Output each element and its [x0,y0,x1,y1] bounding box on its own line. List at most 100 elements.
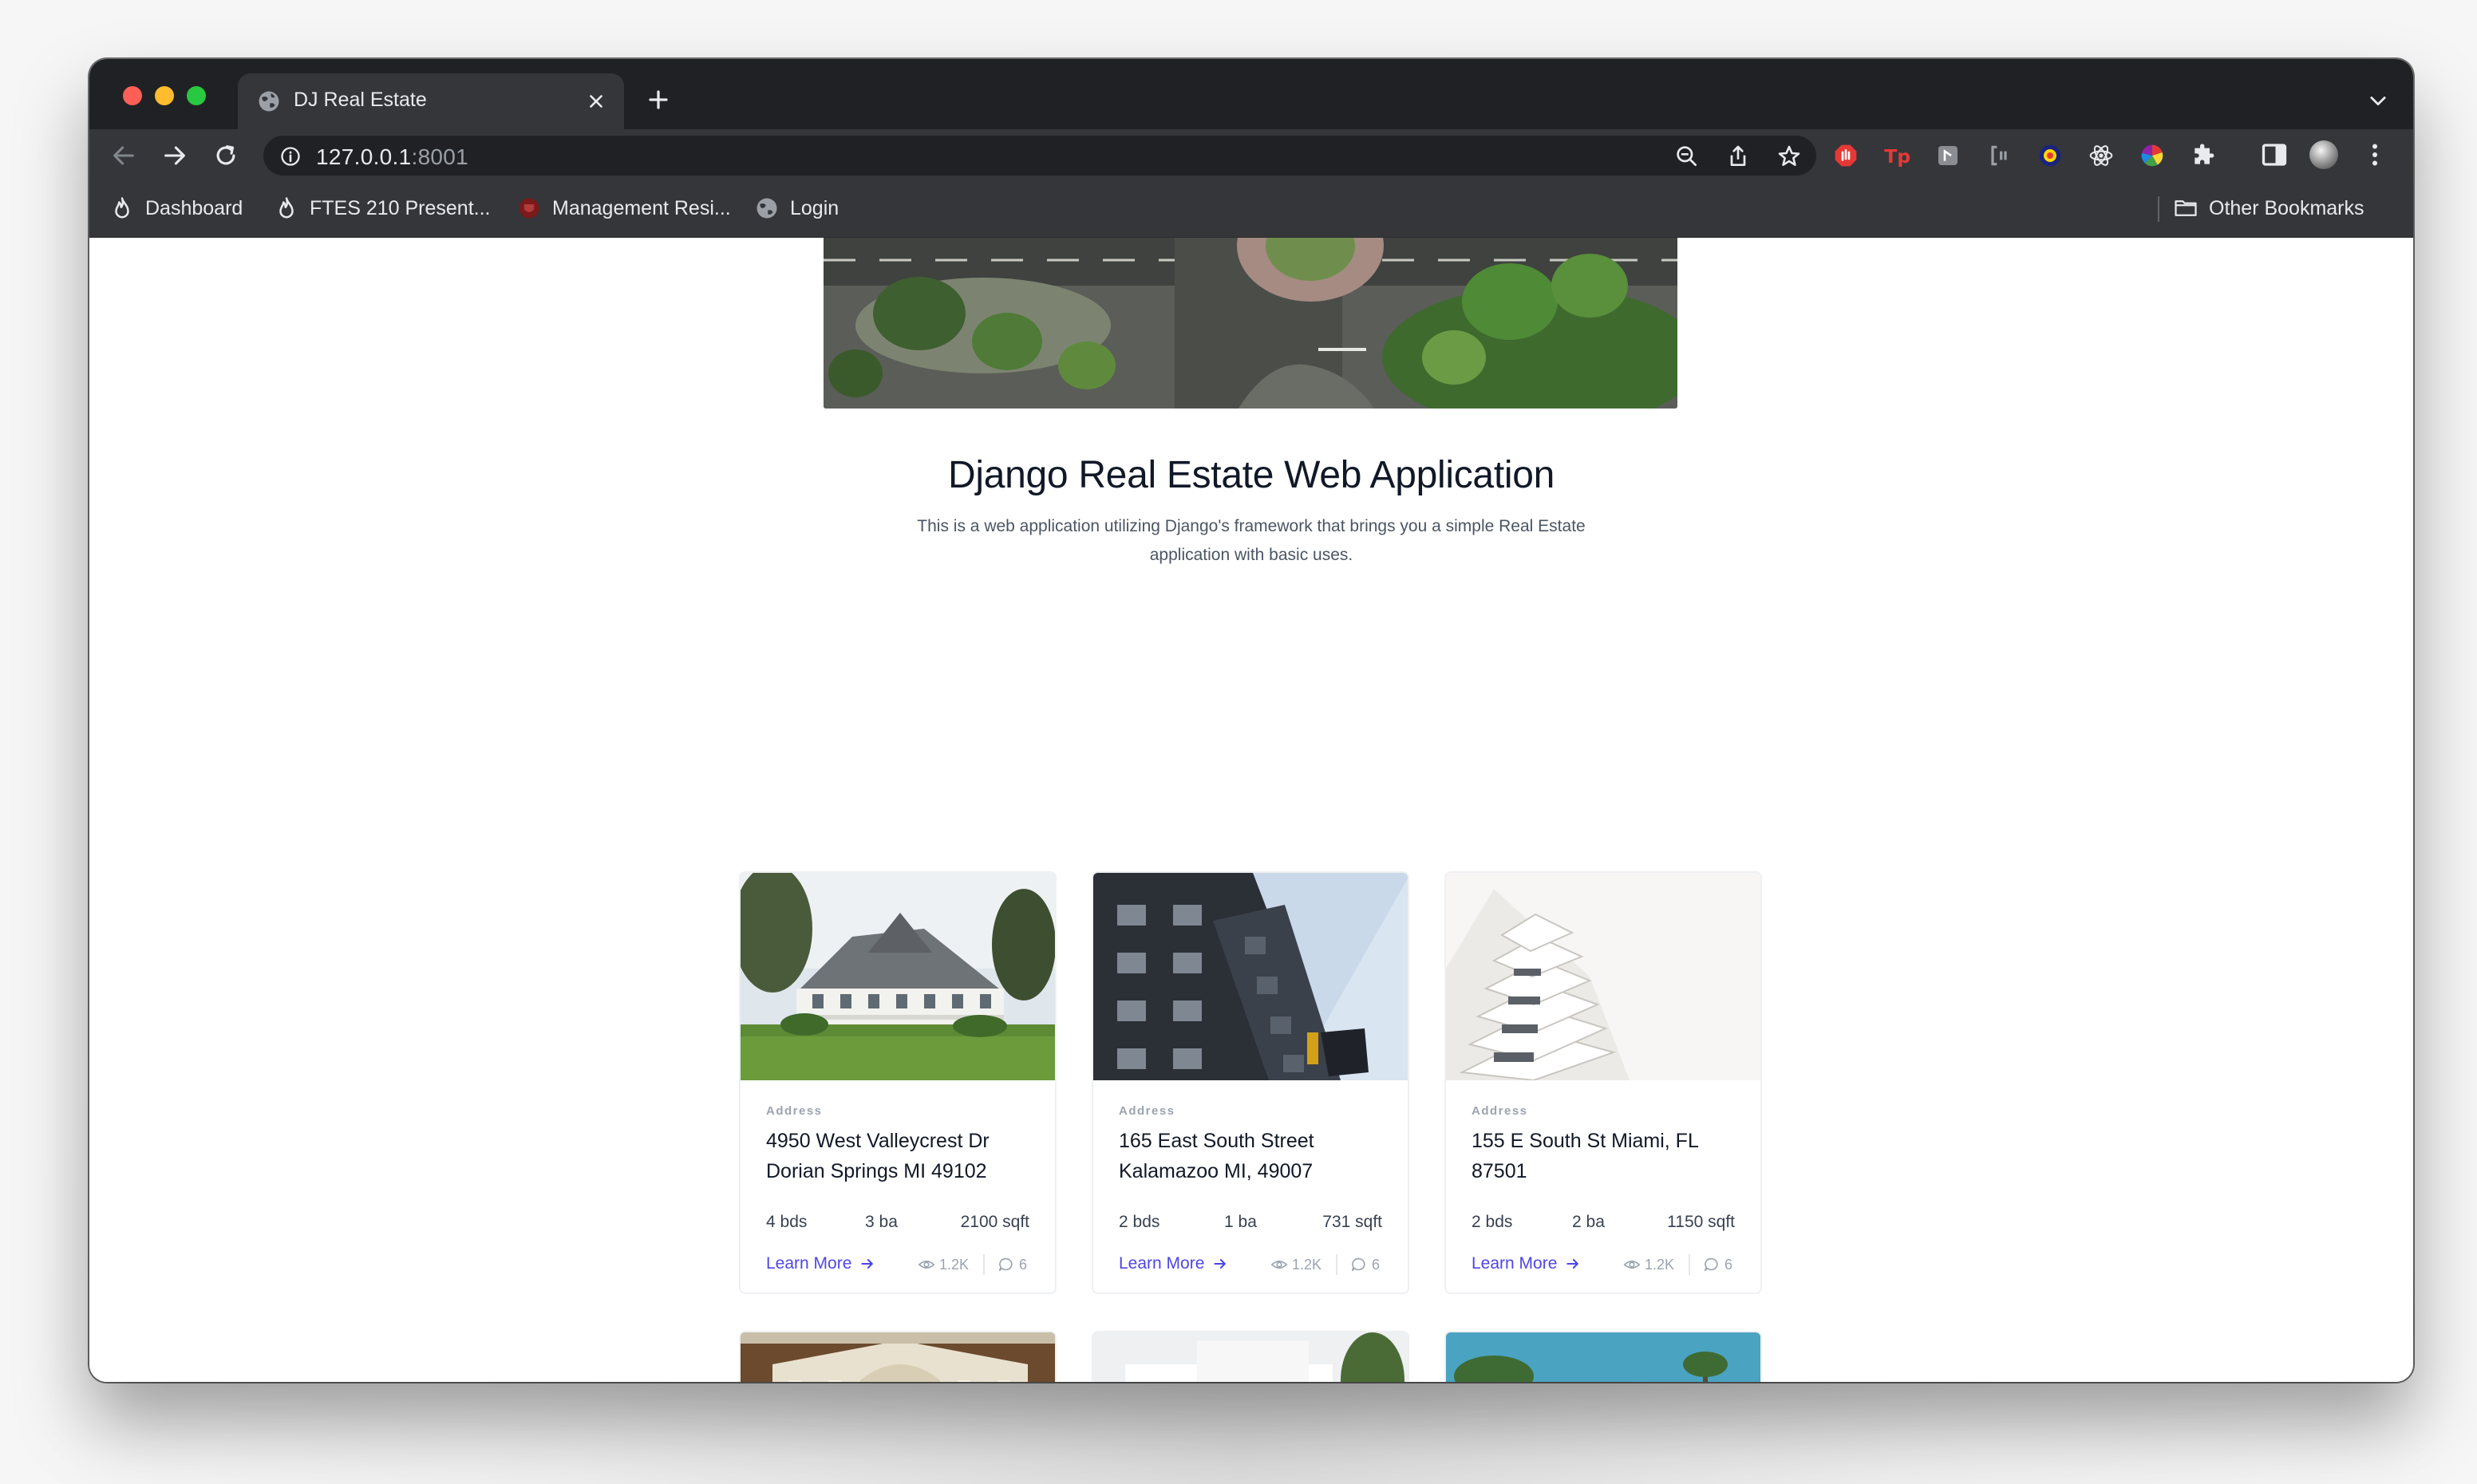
listing-card-partial[interactable] [1092,1331,1409,1382]
bookmark-login[interactable]: Login [755,195,839,222]
globe-icon [757,198,777,219]
comments-count: 6 [1350,1256,1380,1273]
url-port: :8001 [411,144,469,169]
meta-divider [983,1254,985,1275]
address-label: Address [1119,1104,1175,1118]
tab-title: DJ Real Estate [294,89,427,111]
arrow-right-icon [861,1259,874,1269]
listing-address: 4950 West Valleycrest Dr Dorian Springs … [766,1130,990,1182]
more-menu-icon[interactable] [2360,140,2389,169]
url-text[interactable]: 127.0.0.1:8001 [316,144,468,170]
bracket-extension-icon[interactable] [1981,136,2017,176]
listing-body: Address 4950 West Valleycrest Dr Dorian … [766,1104,1029,1275]
close-window-button[interactable] [123,86,142,105]
listing-image[interactable] [1446,873,1760,1080]
eye-icon [918,1261,935,1269]
comments-value: 6 [1372,1256,1381,1273]
learn-more-label: Learn More [766,1254,852,1273]
minimize-window-button[interactable] [155,86,174,105]
address-label: Address [1472,1104,1528,1118]
folder-icon [2175,200,2197,216]
zoom-icon[interactable] [1674,144,1700,169]
learn-more-link[interactable]: Learn More [1119,1254,1228,1273]
page-content: Django Real Estate Web Application This … [89,238,2413,1382]
other-bookmarks-label: Other Bookmarks [2209,196,2364,219]
listing-body: Address 155 E South St Miami, FL 87501 2… [1472,1104,1735,1275]
comment-icon [1351,1257,1365,1272]
share-icon[interactable] [1725,144,1751,169]
tab-active[interactable]: DJ Real Estate [238,73,624,129]
maximize-window-button[interactable] [187,86,206,105]
forward-arrow-icon[interactable] [161,142,188,169]
url-host: 127.0.0.1 [316,144,412,169]
bookmark-label: FTES 210 Present... [310,196,491,219]
adblock-extension-icon[interactable] [1827,136,1864,176]
views-value: 1.2K [1292,1256,1322,1273]
learn-more-label: Learn More [1472,1254,1558,1273]
listing-image[interactable] [741,873,1055,1080]
page-description: This is a web application utilizing Djan… [917,517,1586,564]
other-bookmarks-folder[interactable]: Other Bookmarks [2174,195,2364,222]
learn-more-label: Learn More [1119,1254,1205,1273]
listing-stats: 4 bds 3 ba 2100 sqft [766,1213,1029,1237]
comment-icon [1704,1257,1718,1272]
listing-footer: Learn More 1.2K 6 [1119,1254,1382,1278]
eye-icon [1270,1261,1288,1269]
page-title: Django Real Estate Web Application [947,454,1555,496]
listing-address: 165 East South Street Kalamazoo MI, 4900… [1119,1130,1314,1182]
listing-image [1093,1332,1408,1382]
comments-count: 6 [1703,1256,1732,1273]
tp-extension-icon[interactable]: Tp [1878,136,1915,176]
tab-strip: DJ Real Estate [89,59,2413,129]
listing-card-partial[interactable] [1444,1331,1762,1382]
reload-icon[interactable] [212,142,239,169]
meta-divider [1689,1254,1690,1275]
flame-icon [279,197,294,219]
views-count: 1.2K [1623,1256,1674,1273]
bookmark-management-resi[interactable]: Management Resi... [517,195,731,222]
learn-more-link[interactable]: Learn More [1472,1254,1581,1273]
comments-count: 6 [998,1256,1027,1273]
listing-sqft: 731 sqft [1322,1213,1382,1231]
listing-baths: 2 ba [1572,1213,1605,1231]
side-panel-icon[interactable] [2260,140,2289,169]
react-atom-icon[interactable] [2083,136,2119,176]
bookmarks-divider [2158,196,2159,222]
listing-baths: 3 ba [865,1213,898,1231]
bookmark-star-icon[interactable] [1776,144,1802,169]
globe-icon [259,91,279,112]
listing-card-partial[interactable] [739,1331,1057,1382]
arrow-right-icon [1214,1259,1227,1269]
listing-beds: 2 bds [1472,1213,1513,1231]
new-tab-plus-icon[interactable] [646,88,670,112]
puzzle-extensions-icon[interactable] [2185,136,2222,176]
listing-stats: 2 bds 2 ba 1150 sqft [1472,1213,1735,1237]
listing-sqft: 2100 sqft [960,1213,1029,1231]
back-arrow-icon[interactable] [110,142,137,169]
extensions-area: Tp [1827,136,2234,176]
color-wheel-extension-icon[interactable] [2134,136,2171,176]
comments-value: 6 [1019,1256,1028,1273]
info-icon[interactable] [279,145,302,168]
listing-footer: Learn More 1.2K 6 [1472,1254,1735,1278]
colorful-disc-extension-icon[interactable] [2032,136,2068,176]
views-count: 1.2K [918,1256,969,1273]
close-icon[interactable] [586,91,606,112]
bookmark-dashboard[interactable]: Dashboard [110,195,243,222]
address-bar[interactable]: 127.0.0.1:8001 [263,136,1816,176]
listing-card: Address 155 E South St Miami, FL 87501 2… [1444,871,1762,1294]
listing-footer: Learn More 1.2K 6 [766,1254,1029,1278]
square-extension-icon[interactable] [1930,136,1966,176]
listing-baths: 1 ba [1224,1213,1257,1231]
listing-card: Address 4950 West Valleycrest Dr Dorian … [739,871,1057,1294]
learn-more-link[interactable]: Learn More [766,1254,875,1273]
listing-image [1446,1332,1760,1382]
bookmark-ftes-210[interactable]: FTES 210 Present... [275,195,491,222]
bookmark-label: Management Resi... [552,196,731,219]
eye-icon [1623,1261,1641,1269]
listing-body: Address 165 East South Street Kalamazoo … [1119,1104,1382,1275]
views-value: 1.2K [1645,1256,1675,1273]
listing-image[interactable] [1093,873,1408,1080]
profile-avatar[interactable] [2309,140,2338,169]
chevron-down-icon[interactable] [2367,89,2389,112]
